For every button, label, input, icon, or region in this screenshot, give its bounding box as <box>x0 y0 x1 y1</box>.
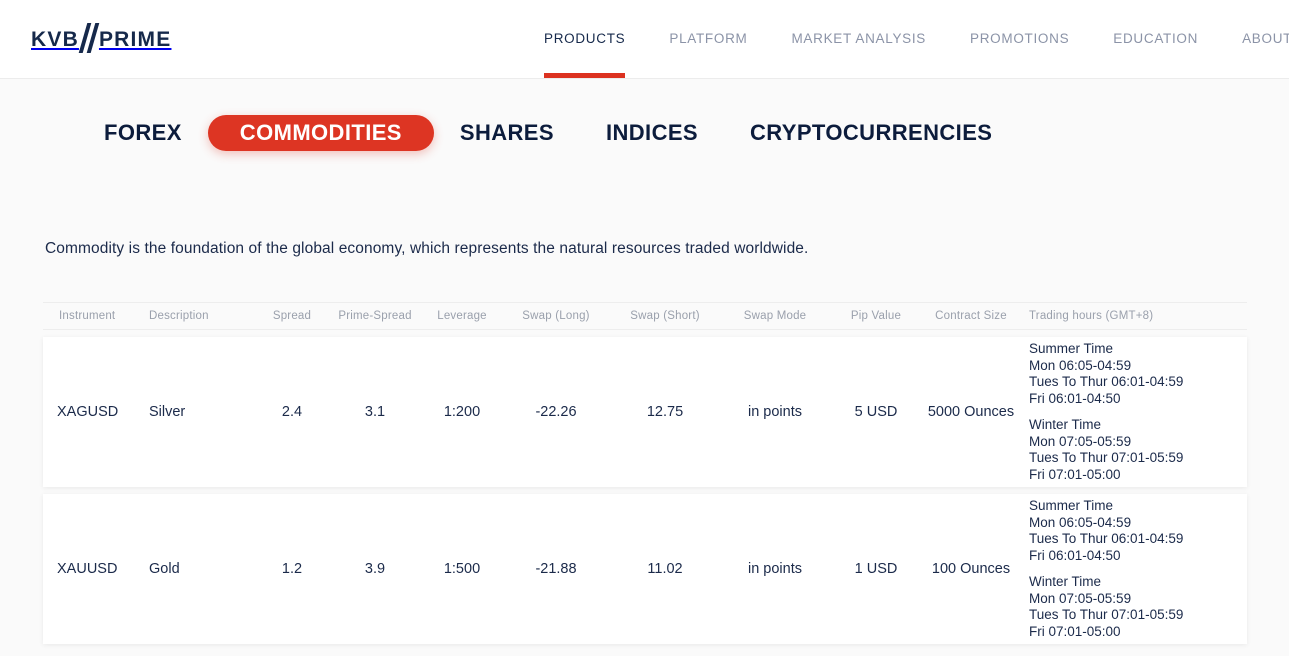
cell-trading-hours: Summer Time Mon 06:05-04:59 Tues To Thur… <box>1021 341 1247 483</box>
instruments-table: Instrument Description Spread Prime-Spre… <box>43 302 1247 644</box>
cell-swap-short: 11.02 <box>647 561 683 577</box>
category-description: Commodity is the foundation of the globa… <box>45 240 809 257</box>
summer-mon: Mon 06:05-04:59 <box>1029 357 1132 373</box>
cell-instrument: XAUUSD <box>57 561 118 577</box>
category-tab-indices-label: INDICES <box>605 120 699 145</box>
category-tab-forex-label: FOREX <box>104 120 182 145</box>
trading-hours-summer: Summer Time Mon 06:05-04:59 Tues To Thur… <box>1029 341 1247 407</box>
column-header-trading-hours: Trading hours (GMT+8) <box>1029 310 1154 322</box>
summer-tue-thu: Tues To Thur 06:01-04:59 <box>1029 374 1184 389</box>
nav-item-education-label: EDUCATION <box>1113 31 1199 46</box>
column-header-spread: Spread <box>272 310 312 322</box>
nav-item-platform-label: PLATFORM <box>669 31 748 46</box>
cell-swap-long: -21.88 <box>535 561 577 577</box>
column-header-instrument: Instrument <box>59 310 116 322</box>
category-tab-shares-label: SHARES <box>459 120 554 145</box>
nav-item-products[interactable]: PRODUCTS <box>544 0 626 79</box>
winter-mon: Mon 07:05-05:59 <box>1029 433 1132 449</box>
trading-hours-block: Summer Time Mon 06:05-04:59 Tues To Thur… <box>1029 341 1247 483</box>
nav-item-products-label: PRODUCTS <box>544 31 626 46</box>
cell-pip-value: 5 USD <box>854 404 898 420</box>
table-row[interactable]: XAGUSD Silver 2.4 3.1 1:200 -22.26 12.75… <box>43 337 1247 487</box>
category-tab-cryptocurrencies-label: CRYPTOCURRENCIES <box>750 120 993 145</box>
category-tab-commodities-label: COMMODITIES <box>239 120 402 145</box>
trading-hours-summer: Summer Time Mon 06:05-04:59 Tues To Thur… <box>1029 498 1247 564</box>
cell-description: Gold <box>149 561 180 577</box>
summer-tue-thu: Tues To Thur 06:01-04:59 <box>1029 531 1184 546</box>
cell-trading-hours: Summer Time Mon 06:05-04:59 Tues To Thur… <box>1021 498 1247 640</box>
trading-hours-winter: Winter Time Mon 07:05-05:59 Tues To Thur… <box>1029 574 1247 640</box>
cell-instrument: XAGUSD <box>57 404 119 420</box>
nav-item-market-analysis-label: MARKET ANALYSIS <box>791 31 927 46</box>
main-navigation: PRODUCTS PLATFORM MARKET ANALYSIS PROMOT… <box>544 0 1289 79</box>
site-header: KVB PRIME PRODUCTS PLATFORM MARKET ANALY… <box>0 0 1289 79</box>
column-header-contract-size: Contract Size <box>935 310 1007 322</box>
winter-title: Winter Time <box>1029 417 1102 432</box>
cell-leverage: 1:500 <box>443 561 481 577</box>
cell-prime-spread: 3.1 <box>364 404 386 420</box>
cell-prime-spread: 3.9 <box>364 561 386 577</box>
category-tab-list: FOREX COMMODITIES SHARES INDICES CRYPTOC… <box>78 115 1018 151</box>
column-header-prime-spread: Prime-Spread <box>338 310 412 322</box>
cell-pip-value: 1 USD <box>854 561 898 577</box>
category-tab-commodities[interactable]: COMMODITIES <box>207 115 434 151</box>
winter-tue-thu: Tues To Thur 07:01-05:59 <box>1029 450 1184 465</box>
trading-hours-winter: Winter Time Mon 07:05-05:59 Tues To Thur… <box>1029 417 1247 483</box>
nav-item-about-us[interactable]: ABOUT US <box>1242 0 1289 79</box>
cell-contract-size: 5000 Ounces <box>927 404 1015 420</box>
winter-fri: Fri 07:01-05:00 <box>1029 466 1121 482</box>
table-row[interactable]: XAUUSD Gold 1.2 3.9 1:500 -21.88 11.02 i… <box>43 494 1247 644</box>
nav-item-platform[interactable]: PLATFORM <box>669 0 747 79</box>
cell-contract-size: 100 Ounces <box>931 561 1011 577</box>
category-tab-forex[interactable]: FOREX <box>78 116 208 150</box>
nav-item-promotions-label: PROMOTIONS <box>970 31 1070 46</box>
nav-item-about-us-label: ABOUT US <box>1242 31 1289 46</box>
category-tab-indices[interactable]: INDICES <box>580 116 724 150</box>
cell-description: Silver <box>149 404 186 420</box>
brand-logo[interactable]: KVB PRIME <box>31 26 171 52</box>
winter-mon: Mon 07:05-05:59 <box>1029 590 1132 606</box>
summer-title: Summer Time <box>1029 341 1114 356</box>
cell-spread: 1.2 <box>281 561 303 577</box>
summer-mon: Mon 06:05-04:59 <box>1029 514 1132 530</box>
winter-tue-thu: Tues To Thur 07:01-05:59 <box>1029 607 1184 622</box>
column-header-description: Description <box>149 310 209 322</box>
cell-swap-mode: in points <box>747 404 802 420</box>
cell-swap-mode: in points <box>747 561 802 577</box>
column-header-swap-long: Swap (Long) <box>522 310 590 322</box>
column-header-leverage: Leverage <box>437 310 487 322</box>
nav-item-market-analysis[interactable]: MARKET ANALYSIS <box>791 0 926 79</box>
column-header-swap-mode: Swap Mode <box>743 310 807 322</box>
brand-logo-text-left: KVB <box>31 27 79 51</box>
summer-fri: Fri 06:01-04:50 <box>1029 547 1121 563</box>
cell-swap-short: 12.75 <box>646 404 684 420</box>
column-header-swap-short: Swap (Short) <box>630 310 700 322</box>
cell-leverage: 1:200 <box>443 404 481 420</box>
table-header-row: Instrument Description Spread Prime-Spre… <box>43 302 1247 330</box>
column-header-pip-value: Pip Value <box>850 310 902 322</box>
cell-swap-long: -22.26 <box>535 404 577 420</box>
nav-item-promotions[interactable]: PROMOTIONS <box>970 0 1069 79</box>
category-tab-cryptocurrencies[interactable]: CRYPTOCURRENCIES <box>724 116 1018 150</box>
category-tab-shares[interactable]: SHARES <box>434 116 580 150</box>
trading-hours-block: Summer Time Mon 06:05-04:59 Tues To Thur… <box>1029 498 1247 640</box>
nav-item-education[interactable]: EDUCATION <box>1113 0 1198 79</box>
winter-title: Winter Time <box>1029 574 1102 589</box>
summer-fri: Fri 06:01-04:50 <box>1029 390 1121 406</box>
cell-spread: 2.4 <box>281 404 303 420</box>
summer-title: Summer Time <box>1029 498 1114 513</box>
winter-fri: Fri 07:01-05:00 <box>1029 623 1121 639</box>
brand-logo-text-right: PRIME <box>98 27 172 51</box>
category-tab-bar: FOREX COMMODITIES SHARES INDICES CRYPTOC… <box>0 79 1289 189</box>
brand-slash-icon <box>80 26 98 52</box>
